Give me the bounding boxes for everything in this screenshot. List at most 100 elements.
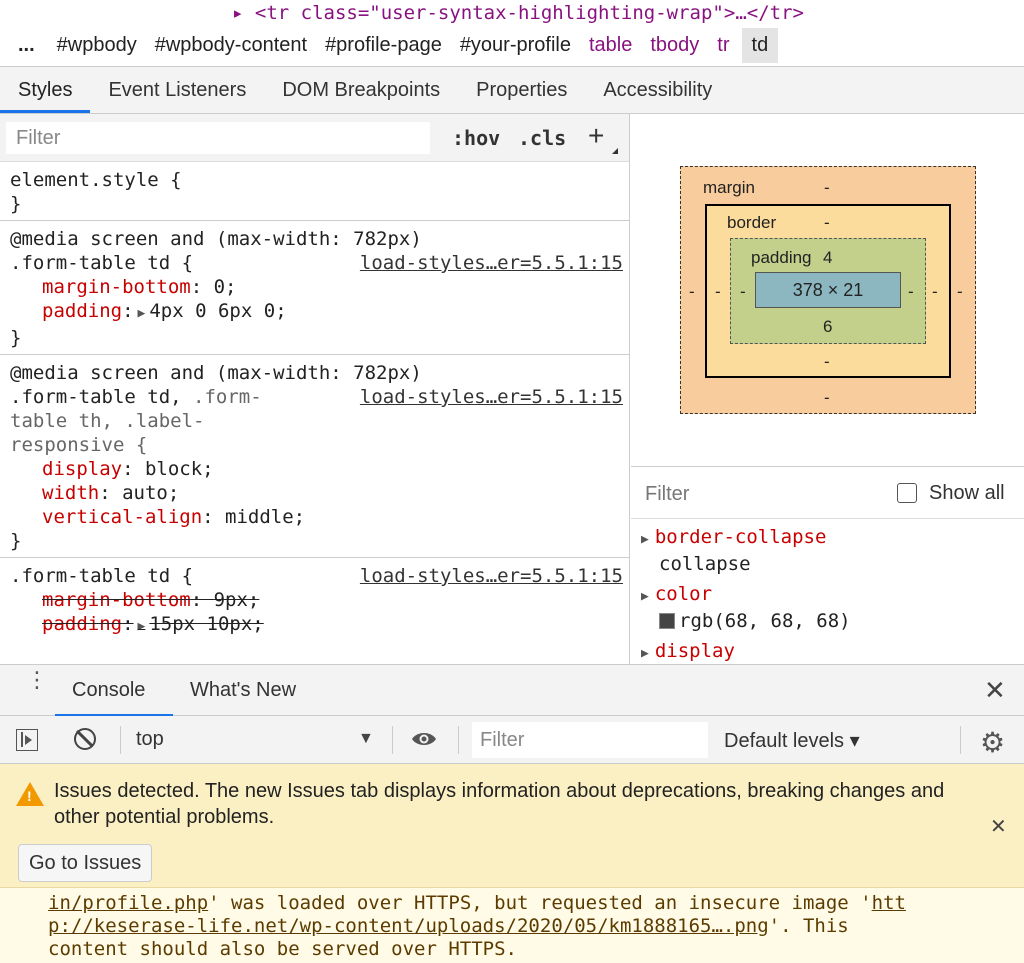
element-style-rule[interactable]: element.style { } (0, 162, 629, 221)
css-rule[interactable]: .form-table td { load-styles…er=5.5.1:15… (0, 558, 629, 643)
message-link[interactable]: p://keserase-life.net/wp-content/uploads… (48, 915, 769, 937)
expand-triangle-icon[interactable]: ▶ (138, 306, 146, 321)
margin-right-value[interactable]: - (957, 282, 963, 302)
property-name: margin-bottom (42, 276, 191, 298)
tab-properties[interactable]: Properties (458, 67, 585, 113)
tab-styles[interactable]: Styles (0, 67, 91, 113)
margin-top-value[interactable]: - (824, 178, 830, 198)
box-model-content[interactable]: 378 × 21 (755, 272, 901, 308)
log-levels-dropdown[interactable]: Default levels ▾ (724, 728, 860, 753)
elements-tree-fragment: ▸ <tr class="user-syntax-highlighting-wr… (0, 0, 1024, 24)
border-label: border (727, 213, 777, 232)
chevron-down-icon[interactable]: ▼ (358, 730, 374, 748)
css-property-overridden[interactable]: margin-bottom: 9px; (10, 588, 629, 612)
rule-selector-unmatched: .form- (193, 386, 262, 408)
expand-triangle-icon[interactable]: ▶ (641, 589, 649, 604)
property-value: auto; (122, 482, 180, 504)
close-drawer-icon[interactable]: ✕ (984, 675, 1006, 706)
css-property[interactable]: margin-bottom: 0; (10, 275, 629, 299)
breadcrumb-item-wpbody-content[interactable]: #wpbody-content (155, 34, 307, 57)
show-sidebar-icon[interactable] (16, 729, 38, 751)
styles-pane: Filter :hov .cls + element.style { } @me… (0, 114, 630, 664)
breadcrumb-item-profile-page[interactable]: #profile-page (325, 34, 442, 57)
issues-banner: ! Issues detected. The new Issues tab di… (0, 764, 1024, 888)
show-all-label[interactable]: Show all (929, 482, 1005, 505)
tab-console[interactable]: Console (72, 679, 145, 702)
expand-triangle-icon[interactable]: ▶ (138, 619, 146, 634)
computed-property-name: border-collapse (654, 526, 827, 548)
property-value: 4px 0 6px 0; (149, 300, 287, 322)
border-bottom-value[interactable]: - (824, 352, 830, 372)
breadcrumb-item-td[interactable]: td (741, 27, 779, 63)
css-property[interactable]: width: auto; (10, 481, 629, 505)
color-swatch[interactable] (659, 613, 675, 629)
border-left-value[interactable]: - (715, 282, 721, 302)
property-name: display (42, 458, 123, 480)
warning-icon: ! (16, 782, 44, 806)
computed-filter-bar: Filter Show all (631, 467, 1024, 519)
close-banner-icon[interactable]: ✕ (990, 814, 1007, 839)
computed-property[interactable]: ▶display block (631, 633, 1024, 664)
breadcrumb-item-wpbody[interactable]: #wpbody (57, 34, 137, 57)
eye-icon[interactable] (410, 730, 438, 748)
computed-property[interactable]: ▶ color rgb(68, 68, 68) (631, 576, 1024, 633)
show-all-checkbox[interactable] (897, 483, 917, 503)
css-property-overridden[interactable]: padding: ▶ 15px 10px; (10, 612, 629, 639)
property-value: middle; (225, 506, 306, 528)
gear-icon[interactable]: ⚙ (980, 726, 1005, 759)
computed-property[interactable]: ▶ border-collapse collapse (631, 519, 1024, 576)
tab-dom-breakpoints[interactable]: DOM Breakpoints (264, 67, 458, 113)
console-toolbar: top ▼ Filter Default levels ▾ ⚙ (0, 716, 1024, 764)
breadcrumb-item-your-profile[interactable]: #your-profile (460, 34, 571, 57)
expand-triangle-icon[interactable]: ▶ (641, 532, 649, 547)
console-filter-input[interactable]: Filter (472, 722, 708, 758)
media-query: @media screen and (max-width: 782px) (10, 362, 422, 384)
breadcrumb-item-table[interactable]: table (589, 34, 632, 57)
hov-button[interactable]: :hov (452, 126, 500, 150)
breadcrumb-item-tbody[interactable]: tbody (650, 34, 699, 57)
computed-filter-input[interactable]: Filter (645, 483, 689, 506)
go-to-issues-button[interactable]: Go to Issues (18, 844, 153, 882)
message-link[interactable]: htt (872, 892, 906, 914)
sidebar-tabs: Styles Event Listeners DOM Breakpoints P… (0, 66, 1024, 114)
toolbar-divider (120, 726, 121, 754)
border-top-value[interactable]: - (824, 213, 830, 233)
margin-left-value[interactable]: - (689, 282, 695, 302)
tab-accessibility[interactable]: Accessibility (585, 67, 730, 113)
rule-source-link[interactable]: load-styles…er=5.5.1:15 (360, 385, 623, 409)
tab-event-listeners[interactable]: Event Listeners (90, 67, 264, 113)
breadcrumb-item-tr[interactable]: tr (717, 34, 729, 57)
styles-filter-input[interactable]: Filter (6, 122, 430, 154)
border-right-value[interactable]: - (932, 282, 938, 302)
margin-bottom-value[interactable]: - (824, 388, 830, 408)
padding-right-value[interactable]: - (908, 282, 914, 302)
clear-console-icon[interactable] (74, 728, 96, 750)
cls-button[interactable]: .cls (518, 126, 566, 150)
new-rule-button[interactable]: + (588, 120, 618, 154)
padding-left-value[interactable]: - (740, 282, 746, 302)
box-model-pane: 378 × 21 margin - - - - border - - - - p… (631, 114, 1024, 466)
property-name: width (42, 482, 100, 504)
property-value: 9px; (213, 589, 260, 611)
css-rule[interactable]: @media screen and (max-width: 782px) .fo… (0, 221, 629, 355)
context-selector[interactable]: top (136, 728, 164, 751)
tree-line[interactable]: ▸ <tr class="user-syntax-highlighting-wr… (232, 2, 804, 24)
plus-icon: + (588, 120, 605, 151)
rule-source-link[interactable]: load-styles…er=5.5.1:15 (360, 564, 623, 588)
css-property[interactable]: display: block; (10, 457, 629, 481)
media-query: @media screen and (max-width: 782px) (10, 228, 422, 250)
rule-source-link[interactable]: load-styles…er=5.5.1:15 (360, 251, 623, 275)
css-property[interactable]: padding: ▶ 4px 0 6px 0; (10, 299, 629, 326)
breadcrumb-overflow[interactable]: ... (18, 34, 35, 57)
issues-message: Issues detected. The new Issues tab disp… (54, 780, 945, 828)
property-name: padding (42, 300, 123, 322)
css-rule[interactable]: @media screen and (max-width: 782px) .fo… (0, 355, 629, 558)
expand-triangle-icon[interactable]: ▶ (641, 646, 649, 661)
padding-bottom-value[interactable]: 6 (823, 317, 832, 337)
padding-top-value[interactable]: 4 (823, 248, 832, 268)
tab-whats-new[interactable]: What's New (190, 679, 296, 702)
css-property[interactable]: vertical-align: middle; (10, 505, 629, 529)
drawer-menu-icon[interactable]: ⋮ (26, 669, 48, 691)
message-link[interactable]: in/profile.php (48, 892, 208, 914)
property-value: block; (144, 458, 214, 480)
